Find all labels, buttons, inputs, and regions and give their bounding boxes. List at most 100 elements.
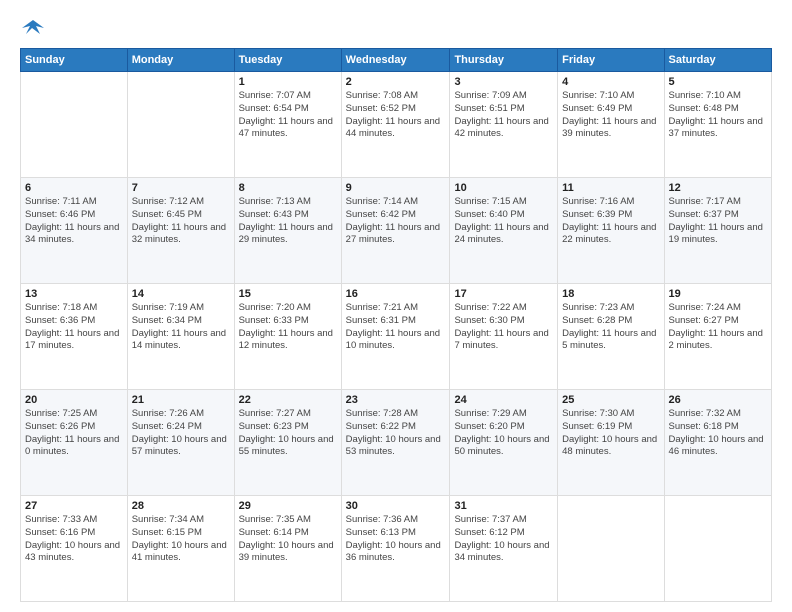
day-number: 1 xyxy=(239,76,337,88)
day-info: Sunrise: 7:30 AM Sunset: 6:19 PM Dayligh… xyxy=(562,408,659,459)
day-number: 16 xyxy=(346,288,446,300)
day-cell: 11 Sunrise: 7:16 AM Sunset: 6:39 PM Dayli… xyxy=(558,178,664,284)
week-row-3: 13Sunrise: 7:18 AM Sunset: 6:36 PM Dayli… xyxy=(21,284,772,390)
calendar-table: SundayMondayTuesdayWednesdayThursdayFrid… xyxy=(20,48,772,602)
weekday-saturday: Saturday xyxy=(664,49,771,72)
day-cell: 19 Sunrise: 7:24 AM Sunset: 6:27 PM Dayli… xyxy=(664,284,771,390)
day-info: Sunrise: 7:08 AM Sunset: 6:52 PM Dayligh… xyxy=(346,90,446,141)
day-number: 28 xyxy=(132,500,230,512)
day-cell: 21 Sunrise: 7:26 AM Sunset: 6:24 PM Dayli… xyxy=(127,390,234,496)
day-info: Sunrise: 7:33 AM Sunset: 6:16 PM Dayligh… xyxy=(25,514,123,565)
day-number: 21 xyxy=(132,394,230,406)
week-row-5: 27 Sunrise: 7:33 AM Sunset: 6:16 PM Dayli… xyxy=(21,496,772,602)
day-info: Sunrise: 7:14 AM Sunset: 6:42 PM Dayligh… xyxy=(346,196,446,247)
day-number: 15 xyxy=(239,288,337,300)
day-cell: 24 Sunrise: 7:29 AM Sunset: 6:20 PM Dayli… xyxy=(450,390,558,496)
weekday-monday: Monday xyxy=(127,49,234,72)
day-number: 10 xyxy=(454,182,553,194)
day-cell: 8 Sunrise: 7:13 AM Sunset: 6:43 PM Daylig… xyxy=(234,178,341,284)
page: SundayMondayTuesdayWednesdayThursdayFrid… xyxy=(0,0,792,612)
day-number: 23 xyxy=(346,394,446,406)
day-number: 30 xyxy=(346,500,446,512)
day-cell: 3Sunrise: 7:09 AM Sunset: 6:51 PM Daylig… xyxy=(450,72,558,178)
day-info: Sunrise: 7:24 AM Sunset: 6:27 PM Dayligh… xyxy=(669,302,767,353)
day-cell: 17 Sunrise: 7:22 AM Sunset: 6:30 PM Dayli… xyxy=(450,284,558,390)
day-info: Sunrise: 7:10 AM Sunset: 6:49 PM Dayligh… xyxy=(562,90,659,141)
day-number: 29 xyxy=(239,500,337,512)
day-number: 9 xyxy=(346,182,446,194)
weekday-thursday: Thursday xyxy=(450,49,558,72)
day-number: 19 xyxy=(669,288,767,300)
week-row-4: 20 Sunrise: 7:25 AM Sunset: 6:26 PM Dayli… xyxy=(21,390,772,496)
day-cell: 16 Sunrise: 7:21 AM Sunset: 6:31 PM Dayli… xyxy=(341,284,450,390)
logo xyxy=(20,16,44,38)
day-cell: 31Sunrise: 7:37 AM Sunset: 6:12 PM Dayli… xyxy=(450,496,558,602)
day-cell: 20 Sunrise: 7:25 AM Sunset: 6:26 PM Dayli… xyxy=(21,390,128,496)
day-cell xyxy=(558,496,664,602)
day-number: 24 xyxy=(454,394,553,406)
day-info: Sunrise: 7:22 AM Sunset: 6:30 PM Dayligh… xyxy=(454,302,553,353)
weekday-header-row: SundayMondayTuesdayWednesdayThursdayFrid… xyxy=(21,49,772,72)
day-cell: 23Sunrise: 7:28 AM Sunset: 6:22 PM Dayli… xyxy=(341,390,450,496)
day-cell: 10 Sunrise: 7:15 AM Sunset: 6:40 PM Dayli… xyxy=(450,178,558,284)
day-info: Sunrise: 7:10 AM Sunset: 6:48 PM Dayligh… xyxy=(669,90,767,141)
weekday-tuesday: Tuesday xyxy=(234,49,341,72)
day-number: 14 xyxy=(132,288,230,300)
day-number: 18 xyxy=(562,288,659,300)
day-cell: 4 Sunrise: 7:10 AM Sunset: 6:49 PM Daylig… xyxy=(558,72,664,178)
day-info: Sunrise: 7:35 AM Sunset: 6:14 PM Dayligh… xyxy=(239,514,337,565)
day-cell xyxy=(664,496,771,602)
logo-bird-icon xyxy=(22,16,44,38)
day-info: Sunrise: 7:27 AM Sunset: 6:23 PM Dayligh… xyxy=(239,408,337,459)
day-number: 31 xyxy=(454,500,553,512)
day-number: 12 xyxy=(669,182,767,194)
day-cell: 9 Sunrise: 7:14 AM Sunset: 6:42 PM Daylig… xyxy=(341,178,450,284)
week-row-2: 6Sunrise: 7:11 AM Sunset: 6:46 PM Daylig… xyxy=(21,178,772,284)
day-cell: 7 Sunrise: 7:12 AM Sunset: 6:45 PM Daylig… xyxy=(127,178,234,284)
day-info: Sunrise: 7:17 AM Sunset: 6:37 PM Dayligh… xyxy=(669,196,767,247)
day-cell: 15Sunrise: 7:20 AM Sunset: 6:33 PM Dayli… xyxy=(234,284,341,390)
day-info: Sunrise: 7:13 AM Sunset: 6:43 PM Dayligh… xyxy=(239,196,337,247)
day-number: 26 xyxy=(669,394,767,406)
day-cell: 22 Sunrise: 7:27 AM Sunset: 6:23 PM Dayli… xyxy=(234,390,341,496)
weekday-wednesday: Wednesday xyxy=(341,49,450,72)
day-info: Sunrise: 7:19 AM Sunset: 6:34 PM Dayligh… xyxy=(132,302,230,353)
day-number: 8 xyxy=(239,182,337,194)
day-number: 7 xyxy=(132,182,230,194)
day-info: Sunrise: 7:12 AM Sunset: 6:45 PM Dayligh… xyxy=(132,196,230,247)
day-cell: 6Sunrise: 7:11 AM Sunset: 6:46 PM Daylig… xyxy=(21,178,128,284)
day-cell: 27 Sunrise: 7:33 AM Sunset: 6:16 PM Dayli… xyxy=(21,496,128,602)
day-info: Sunrise: 7:07 AM Sunset: 6:54 PM Dayligh… xyxy=(239,90,337,141)
day-cell: 30 Sunrise: 7:36 AM Sunset: 6:13 PM Dayli… xyxy=(341,496,450,602)
day-cell: 28 Sunrise: 7:34 AM Sunset: 6:15 PM Dayli… xyxy=(127,496,234,602)
day-info: Sunrise: 7:25 AM Sunset: 6:26 PM Dayligh… xyxy=(25,408,123,459)
header xyxy=(20,16,772,38)
day-number: 3 xyxy=(454,76,553,88)
day-info: Sunrise: 7:29 AM Sunset: 6:20 PM Dayligh… xyxy=(454,408,553,459)
day-number: 5 xyxy=(669,76,767,88)
day-info: Sunrise: 7:18 AM Sunset: 6:36 PM Dayligh… xyxy=(25,302,123,353)
day-number: 27 xyxy=(25,500,123,512)
day-number: 22 xyxy=(239,394,337,406)
day-number: 11 xyxy=(562,182,659,194)
weekday-sunday: Sunday xyxy=(21,49,128,72)
day-info: Sunrise: 7:23 AM Sunset: 6:28 PM Dayligh… xyxy=(562,302,659,353)
day-number: 6 xyxy=(25,182,123,194)
day-number: 20 xyxy=(25,394,123,406)
day-cell: 29 Sunrise: 7:35 AM Sunset: 6:14 PM Dayli… xyxy=(234,496,341,602)
day-info: Sunrise: 7:36 AM Sunset: 6:13 PM Dayligh… xyxy=(346,514,446,565)
day-info: Sunrise: 7:21 AM Sunset: 6:31 PM Dayligh… xyxy=(346,302,446,353)
week-row-1: 1 Sunrise: 7:07 AM Sunset: 6:54 PM Daylig… xyxy=(21,72,772,178)
day-number: 4 xyxy=(562,76,659,88)
day-cell: 5 Sunrise: 7:10 AM Sunset: 6:48 PM Daylig… xyxy=(664,72,771,178)
day-cell: 12 Sunrise: 7:17 AM Sunset: 6:37 PM Dayli… xyxy=(664,178,771,284)
day-info: Sunrise: 7:26 AM Sunset: 6:24 PM Dayligh… xyxy=(132,408,230,459)
day-cell: 14 Sunrise: 7:19 AM Sunset: 6:34 PM Dayli… xyxy=(127,284,234,390)
day-number: 17 xyxy=(454,288,553,300)
day-cell: 25Sunrise: 7:30 AM Sunset: 6:19 PM Dayli… xyxy=(558,390,664,496)
day-info: Sunrise: 7:15 AM Sunset: 6:40 PM Dayligh… xyxy=(454,196,553,247)
day-cell: 13Sunrise: 7:18 AM Sunset: 6:36 PM Dayli… xyxy=(21,284,128,390)
day-info: Sunrise: 7:34 AM Sunset: 6:15 PM Dayligh… xyxy=(132,514,230,565)
day-info: Sunrise: 7:16 AM Sunset: 6:39 PM Dayligh… xyxy=(562,196,659,247)
weekday-friday: Friday xyxy=(558,49,664,72)
